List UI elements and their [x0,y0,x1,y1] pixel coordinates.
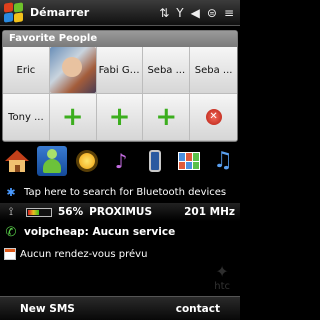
contact-name: Seba ... [194,64,233,76]
add-favorite-button[interactable]: + [96,94,144,141]
music-note-icon: ♪ [114,149,128,173]
htc-logo: ✦ htc [214,262,230,292]
plus-icon: + [155,102,178,132]
favorite-contact-eric[interactable]: Eric [3,47,50,94]
favorite-contact-seba-2[interactable]: Seba ... [190,47,237,94]
bluetooth-search-row[interactable]: ✱ Tap here to search for Bluetooth devic… [0,183,240,201]
cpu-speed: 201 MHz [184,206,235,218]
battery-fill [28,209,40,215]
operator-name: PROXIMUS [89,206,153,218]
contact-name: Tony ... [8,111,44,123]
remove-favorite-button[interactable]: ✕ [190,94,237,141]
signal-icon[interactable]: Y [176,7,183,19]
person-icon [42,149,62,173]
favorite-people-header: Favorite People [3,31,237,47]
phone-icon [149,150,161,172]
tab-people[interactable] [37,146,67,176]
favorite-people-panel: Favorite People Eric Fabi Gsm Seba ... S… [2,30,238,142]
calendar-text: Aucun rendez-vous prévu [20,248,148,260]
add-favorite-button[interactable]: + [143,94,191,141]
contact-name: Seba ... [147,64,186,76]
tab-home[interactable] [3,146,31,176]
tab-media[interactable]: ♫ [209,146,237,176]
contact-photo [49,47,96,93]
tab-phone[interactable] [141,146,169,176]
music-note-icon: ♫ [213,148,233,173]
battery-bar [26,207,52,217]
volume-icon[interactable]: ◀ [191,7,200,19]
voip-status-text: voipcheap: Aucun service [24,226,176,238]
favorite-contact-photo[interactable] [49,47,97,94]
tab-weather[interactable] [73,146,101,176]
connectivity-icon[interactable]: ⇅ [159,7,169,19]
htc-logo-text: htc [214,281,230,292]
battery-percent: 56% [58,206,84,218]
favorite-contact-tony[interactable]: Tony ... [3,94,50,141]
start-title[interactable]: Démarrer [30,6,159,19]
tab-photos[interactable] [175,146,203,176]
contact-name: Fabi Gsm [98,64,143,76]
device-status-row[interactable]: ⟟ 56% PROXIMUS 201 MHz [0,203,240,221]
touchflo-tab-bar: ♪ ♫ [0,143,240,179]
house-icon [5,150,29,172]
plus-icon: + [108,102,131,132]
favorite-contact-fabi[interactable]: Fabi Gsm [96,47,144,94]
menu-icon[interactable]: ≡ [224,7,234,19]
new-sms-softkey[interactable]: New SMS [20,303,75,315]
signal-strength-icon: ⟟ [8,205,14,218]
add-favorite-button[interactable]: + [49,94,97,141]
status-bar: Démarrer ⇅ Y ◀ ⊜ ≡ [0,0,240,26]
contact-softkey[interactable]: contact [176,303,220,315]
voip-status-row[interactable]: ✆ voipcheap: Aucun service [0,222,240,242]
favorite-contact-seba-1[interactable]: Seba ... [143,47,191,94]
voip-phone-icon: ✆ [5,224,17,240]
remove-icon: ✕ [205,109,222,125]
photo-gallery-icon [178,152,200,170]
bluetooth-icon: ✱ [6,185,16,199]
contact-name: Eric [16,64,36,76]
tab-music[interactable]: ♪ [107,146,135,176]
windows-start-icon[interactable] [3,1,25,24]
softkey-bar: New SMS contact [0,296,240,320]
calendar-row[interactable]: Aucun rendez-vous prévu [0,245,240,263]
battery-status-icon[interactable]: ⊜ [207,7,217,19]
bluetooth-search-text: Tap here to search for Bluetooth devices [24,186,227,198]
plus-icon: + [61,102,84,132]
sun-icon [79,153,95,169]
calendar-icon [4,248,16,260]
